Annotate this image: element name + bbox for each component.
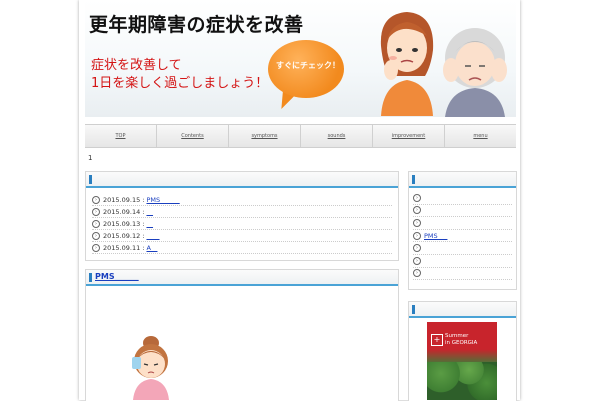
arrow-circle-icon: › xyxy=(413,244,421,253)
arrow-circle-icon: › xyxy=(413,193,421,202)
news-row: › 2015.09.14 : __ xyxy=(92,206,392,218)
sidebar-panel-header xyxy=(409,172,516,188)
nav-item-sounds[interactable]: sounds xyxy=(301,125,373,147)
sidebar-row[interactable]: › PMS___ xyxy=(413,230,512,243)
arrow-circle-icon: › xyxy=(413,206,421,215)
arrow-circle-icon: › xyxy=(413,218,421,227)
sidebar-row[interactable]: › xyxy=(413,217,512,230)
news-panel-header xyxy=(86,172,398,188)
sidebar-row[interactable]: › xyxy=(413,192,512,205)
news-row: › 2015.09.12 : ____ xyxy=(92,230,392,242)
nav-item-top[interactable]: TOP xyxy=(85,125,157,147)
sidebar-link[interactable]: PMS___ xyxy=(424,232,447,240)
breadcrumb: 1 xyxy=(88,154,93,162)
news-row: › 2015.09.13 : __ xyxy=(92,218,392,230)
news-panel: › 2015.09.15 : PMS______ › 2015.09.14 : … xyxy=(85,171,399,261)
article-panel-header: PMS______ xyxy=(86,270,398,286)
arrow-circle-icon: › xyxy=(413,269,421,278)
news-date: 2015.09.15 : xyxy=(103,195,145,204)
banner-subtitle-line1: 症状を改善して xyxy=(91,58,182,73)
news-link[interactable]: __ xyxy=(146,220,153,228)
sidebar-ad-panel-header xyxy=(409,302,516,318)
news-date: 2015.09.11 : xyxy=(103,243,145,252)
site-title[interactable]: 更年期障害の症状を改善 xyxy=(89,10,304,37)
arrow-circle-icon: › xyxy=(92,195,100,204)
panel-marker xyxy=(412,175,415,184)
georgia-logo-icon: + xyxy=(431,334,443,346)
arrow-circle-icon: › xyxy=(413,231,421,240)
news-link[interactable]: __ xyxy=(146,208,153,216)
sidebar-row[interactable]: › xyxy=(413,242,512,255)
nav-item-improvement[interactable]: improvement xyxy=(373,125,445,147)
arrow-circle-icon: › xyxy=(92,219,100,228)
panel-marker xyxy=(412,305,415,314)
banner-subtitle: 症状を改善して 1日を楽しく過ごしましょう！ xyxy=(91,57,268,93)
news-date: 2015.09.12 : xyxy=(103,231,145,240)
forest-image xyxy=(427,362,497,400)
panel-marker xyxy=(89,273,92,282)
ad-text-line2: in GEORGIA xyxy=(445,340,478,346)
banner-subtitle-line2: 1日を楽しく過ごしましょう！ xyxy=(91,76,269,91)
news-link[interactable]: PMS______ xyxy=(146,196,179,204)
news-date: 2015.09.14 : xyxy=(103,207,145,216)
speech-bubble-text: すぐにチェック！ xyxy=(276,61,340,70)
arrow-circle-icon: › xyxy=(92,243,100,252)
header-banner[interactable]: 更年期障害の症状を改善 症状を改善して 1日を楽しく過ごしましょう！ すぐにチェ… xyxy=(85,0,516,117)
main-navigation: TOP Contents symptoms sounds improvement… xyxy=(85,124,516,148)
girl-illustration-icon xyxy=(132,336,169,400)
news-link[interactable]: ____ xyxy=(146,232,159,240)
elderly-woman-illustration-icon xyxy=(443,28,507,117)
news-row: › 2015.09.15 : PMS______ xyxy=(92,194,392,206)
sidebar-row[interactable]: › xyxy=(413,255,512,268)
arrow-circle-icon: › xyxy=(413,256,421,265)
news-row: › 2015.09.11 : A__ xyxy=(92,242,392,254)
arrow-circle-icon: › xyxy=(92,231,100,240)
news-link[interactable]: A__ xyxy=(146,244,157,252)
news-date: 2015.09.13 : xyxy=(103,219,145,228)
nav-item-contents[interactable]: Contents xyxy=(157,125,229,147)
ad-text-line1: Summer xyxy=(445,333,469,339)
woman-illustration-icon xyxy=(380,12,434,116)
nav-item-menu[interactable]: menu xyxy=(445,125,516,147)
article-title-link[interactable]: PMS______ xyxy=(95,272,139,281)
nav-item-symptoms[interactable]: symptoms xyxy=(229,125,301,147)
arrow-circle-icon: › xyxy=(92,207,100,216)
georgia-ad-banner[interactable]: + Summer in GEORGIA xyxy=(427,322,497,400)
sidebar-panel: › › › › PMS___ › › › xyxy=(408,171,517,290)
sidebar-row[interactable]: › xyxy=(413,268,512,281)
sidebar-row[interactable]: › xyxy=(413,205,512,218)
panel-marker xyxy=(89,175,92,184)
